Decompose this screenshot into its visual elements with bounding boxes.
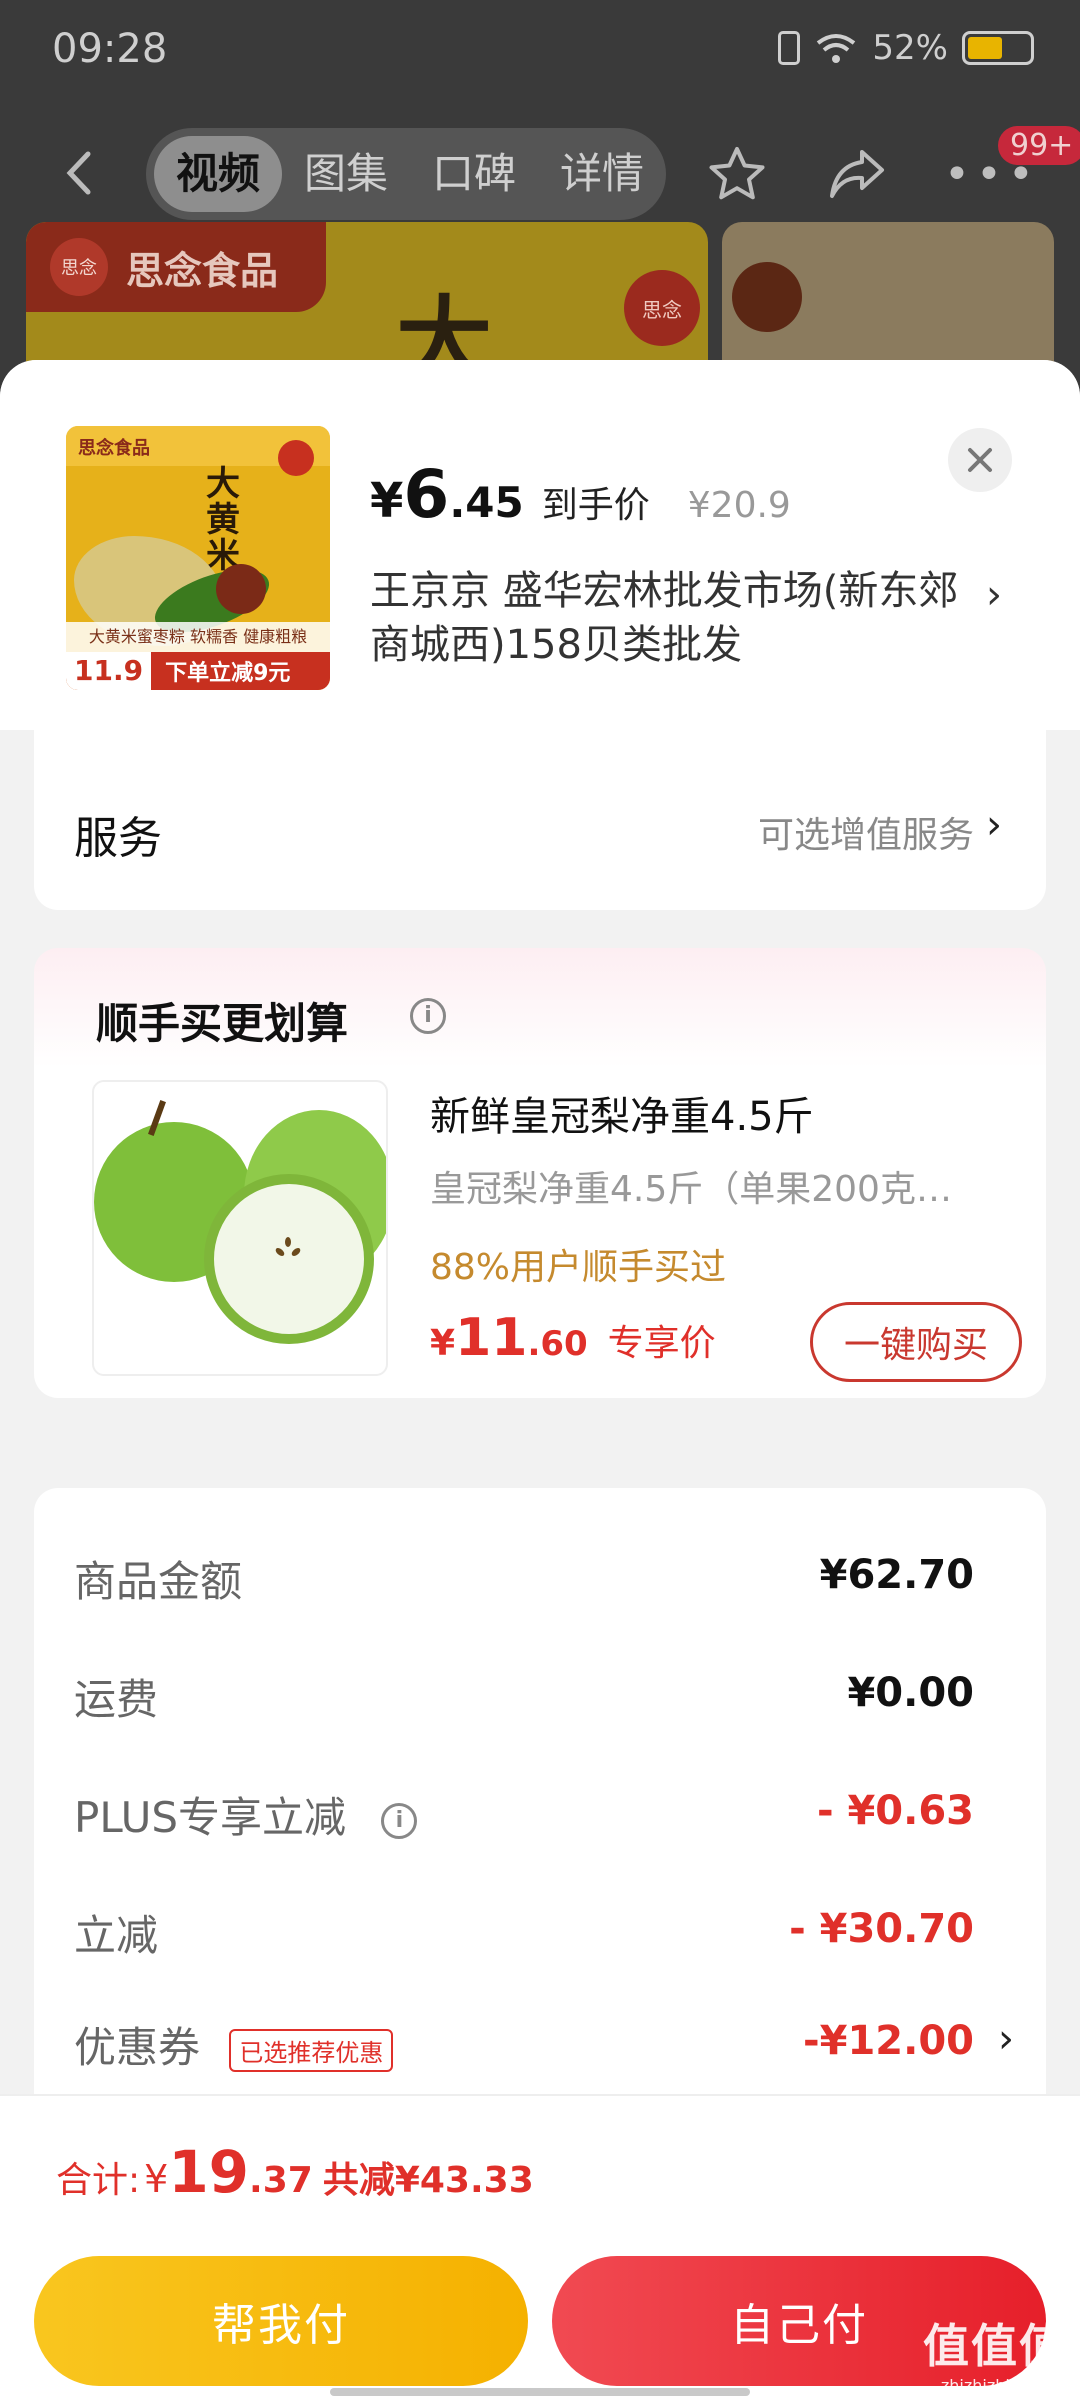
status-icons: 52% — [778, 28, 1034, 68]
chevron-right-icon: › — [998, 2016, 1014, 2062]
thumbnail-cut: 下单立减9元 — [165, 661, 291, 686]
coupon-label: 优惠券 已选推荐优惠 — [74, 2014, 394, 2075]
order-total: 合计: ¥ 19 .37 共减¥43.33 — [56, 2138, 534, 2206]
tab-details[interactable]: 详情 — [538, 136, 666, 212]
bundle-social-proof: 88%用户顺手买过 — [430, 1247, 727, 1288]
plus-discount-text: PLUS专享立减 — [74, 1793, 347, 1842]
instant-discount-value: - ¥30.70 — [789, 1906, 974, 1952]
price-symbol: ¥ — [370, 473, 404, 529]
service-label: 服务 — [74, 813, 162, 864]
subtotal-label: 商品金额 — [74, 1557, 243, 1606]
shipping-label: 运费 — [74, 1675, 159, 1724]
brand-seal: 思念 — [624, 270, 700, 346]
original-price: ¥20.9 — [687, 485, 791, 526]
plus-discount-value: - ¥0.63 — [816, 1788, 974, 1834]
instant-discount-label: 立减 — [74, 1911, 159, 1960]
total-symbol: ¥ — [144, 2157, 169, 2201]
sim-icon — [778, 31, 801, 65]
product-thumbnail: 思念食品 大黄米 大黄米蜜枣粽 软糯香 健康粗粮 11.9 下单立减9元 — [66, 426, 330, 690]
coupon-value: -¥12.00 — [803, 2018, 974, 2064]
service-row[interactable]: 服务 可选增值服务 › — [34, 730, 1046, 910]
total-integer: 19 — [168, 2138, 250, 2206]
summary-row-plus-discount: PLUS专享立减 i - ¥0.63 — [74, 1784, 1014, 1854]
brand-logo-strip: 思念 思念食品 — [26, 222, 326, 312]
thumbnail-promo-bar: 11.9 下单立减9元 — [66, 652, 330, 690]
pear-seeds — [275, 1237, 301, 1256]
total-label: 合计: — [56, 2160, 141, 2201]
total-decimal: .37 — [249, 2160, 313, 2201]
product-page-background: 09:28 52% 视频 图集 口碑 详情 ••• 99+ 思念 思念食品 大 … — [0, 0, 1080, 420]
brand-name: 思念食品 — [126, 248, 279, 293]
watermark-logo: 值值值 — [923, 2319, 1067, 2373]
plus-discount-label: PLUS专享立减 i — [74, 1784, 418, 1845]
total-saved: 共减¥43.33 — [322, 2160, 534, 2201]
summary-row-instant-discount: 立减 - ¥30.70 — [74, 1902, 1014, 1972]
thumbnail-title: 大黄米 — [206, 464, 240, 576]
friend-pay-button[interactable]: 帮我付 — [34, 2256, 528, 2386]
close-icon — [968, 448, 992, 472]
favorite-star-icon[interactable] — [706, 144, 768, 206]
price-summary: 商品金额 ¥62.70 运费 ¥0.00 PLUS专享立减 i - ¥0.63 … — [34, 1488, 1046, 2108]
back-arrow-icon[interactable] — [56, 148, 106, 198]
price-decimal: .45 — [449, 478, 524, 527]
info-icon[interactable]: i — [410, 998, 446, 1034]
chevron-right-icon[interactable]: › — [986, 572, 1002, 618]
bundle-price-symbol: ¥ — [430, 1323, 456, 1364]
payment-bar: 合计: ¥ 19 .37 共减¥43.33 帮我付 自己付 — [0, 2094, 1080, 2400]
battery-percent: 52% — [872, 28, 948, 68]
product-nav: 视频 图集 口碑 详情 ••• 99+ — [0, 126, 1080, 220]
bundle-card: 顺手买更划算 i 新鲜皇冠梨净重4.5斤 皇冠梨净重4.5斤（单果200克… 8… — [34, 948, 1046, 1398]
chevron-right-icon: › — [986, 802, 1002, 848]
site-watermark: 值值值 zhizhizhi.com — [920, 2310, 1070, 2395]
tab-reviews[interactable]: 口碑 — [410, 136, 538, 212]
summary-row-shipping: 运费 ¥0.00 — [74, 1666, 1014, 1736]
thumbnail-desc: 大黄米蜜枣粽 软糯香 健康粗粮 — [66, 622, 330, 652]
tab-gallery[interactable]: 图集 — [282, 136, 410, 212]
bundle-title: 顺手买更划算 — [96, 999, 349, 1048]
share-icon[interactable] — [826, 146, 886, 202]
bundle-price-integer: 11 — [455, 1308, 528, 1368]
date-image — [216, 564, 266, 614]
status-time: 09:28 — [52, 26, 168, 72]
notification-badge: 99+ — [998, 126, 1080, 165]
bundle-price-label: 专享价 — [607, 1323, 716, 1364]
price-label: 到手价 — [541, 485, 650, 526]
summary-row-coupon[interactable]: 优惠券 已选推荐优惠 -¥12.00 › — [74, 2014, 1014, 2084]
coupon-text: 优惠券 — [74, 2023, 201, 2072]
price-integer: 6 — [403, 456, 450, 533]
coupon-recommended-tag: 已选推荐优惠 — [229, 2029, 394, 2072]
final-price: ¥ 6 .45 到手价 ¥20.9 — [370, 456, 791, 533]
subtotal-value: ¥62.70 — [819, 1552, 974, 1598]
brand-logo: 思念 — [50, 238, 108, 296]
service-value: 可选增值服务 — [757, 815, 974, 856]
thumbnail-seal — [278, 440, 314, 476]
pear-product-image[interactable] — [92, 1080, 388, 1376]
summary-row-subtotal: 商品金额 ¥62.70 — [74, 1548, 1014, 1618]
shipping-value: ¥0.00 — [847, 1670, 974, 1716]
home-indicator[interactable] — [330, 2388, 750, 2396]
info-icon[interactable]: i — [381, 1802, 418, 1839]
battery-icon — [962, 31, 1034, 65]
one-click-buy-button[interactable]: 一键购买 — [810, 1302, 1022, 1382]
delivery-address[interactable]: 王京京 盛华宏林批发市场(新东郊商城西)158贝类批发 — [370, 564, 990, 672]
media-tabs: 视频 图集 口碑 详情 — [146, 128, 666, 220]
tab-video[interactable]: 视频 — [154, 136, 283, 212]
date-fruit-image — [732, 262, 802, 332]
bundle-price: ¥ 11 .60 专享价 — [430, 1308, 716, 1368]
watermark-url: zhizhizhi.com — [940, 2376, 1050, 2395]
wifi-icon — [817, 34, 856, 63]
bundle-product-name[interactable]: 新鲜皇冠梨净重4.5斤 — [430, 1084, 814, 1142]
thumbnail-price: 11.9 — [66, 652, 152, 690]
close-button[interactable] — [948, 428, 1012, 492]
bundle-price-decimal: .60 — [527, 1324, 588, 1364]
checkout-header: 思念食品 大黄米 大黄米蜜枣粽 软糯香 健康粗粮 11.9 下单立减9元 ¥ 6… — [0, 360, 1080, 730]
status-bar: 09:28 52% — [0, 0, 1080, 100]
bundle-product-desc: 皇冠梨净重4.5斤（单果200克… — [430, 1169, 952, 1210]
